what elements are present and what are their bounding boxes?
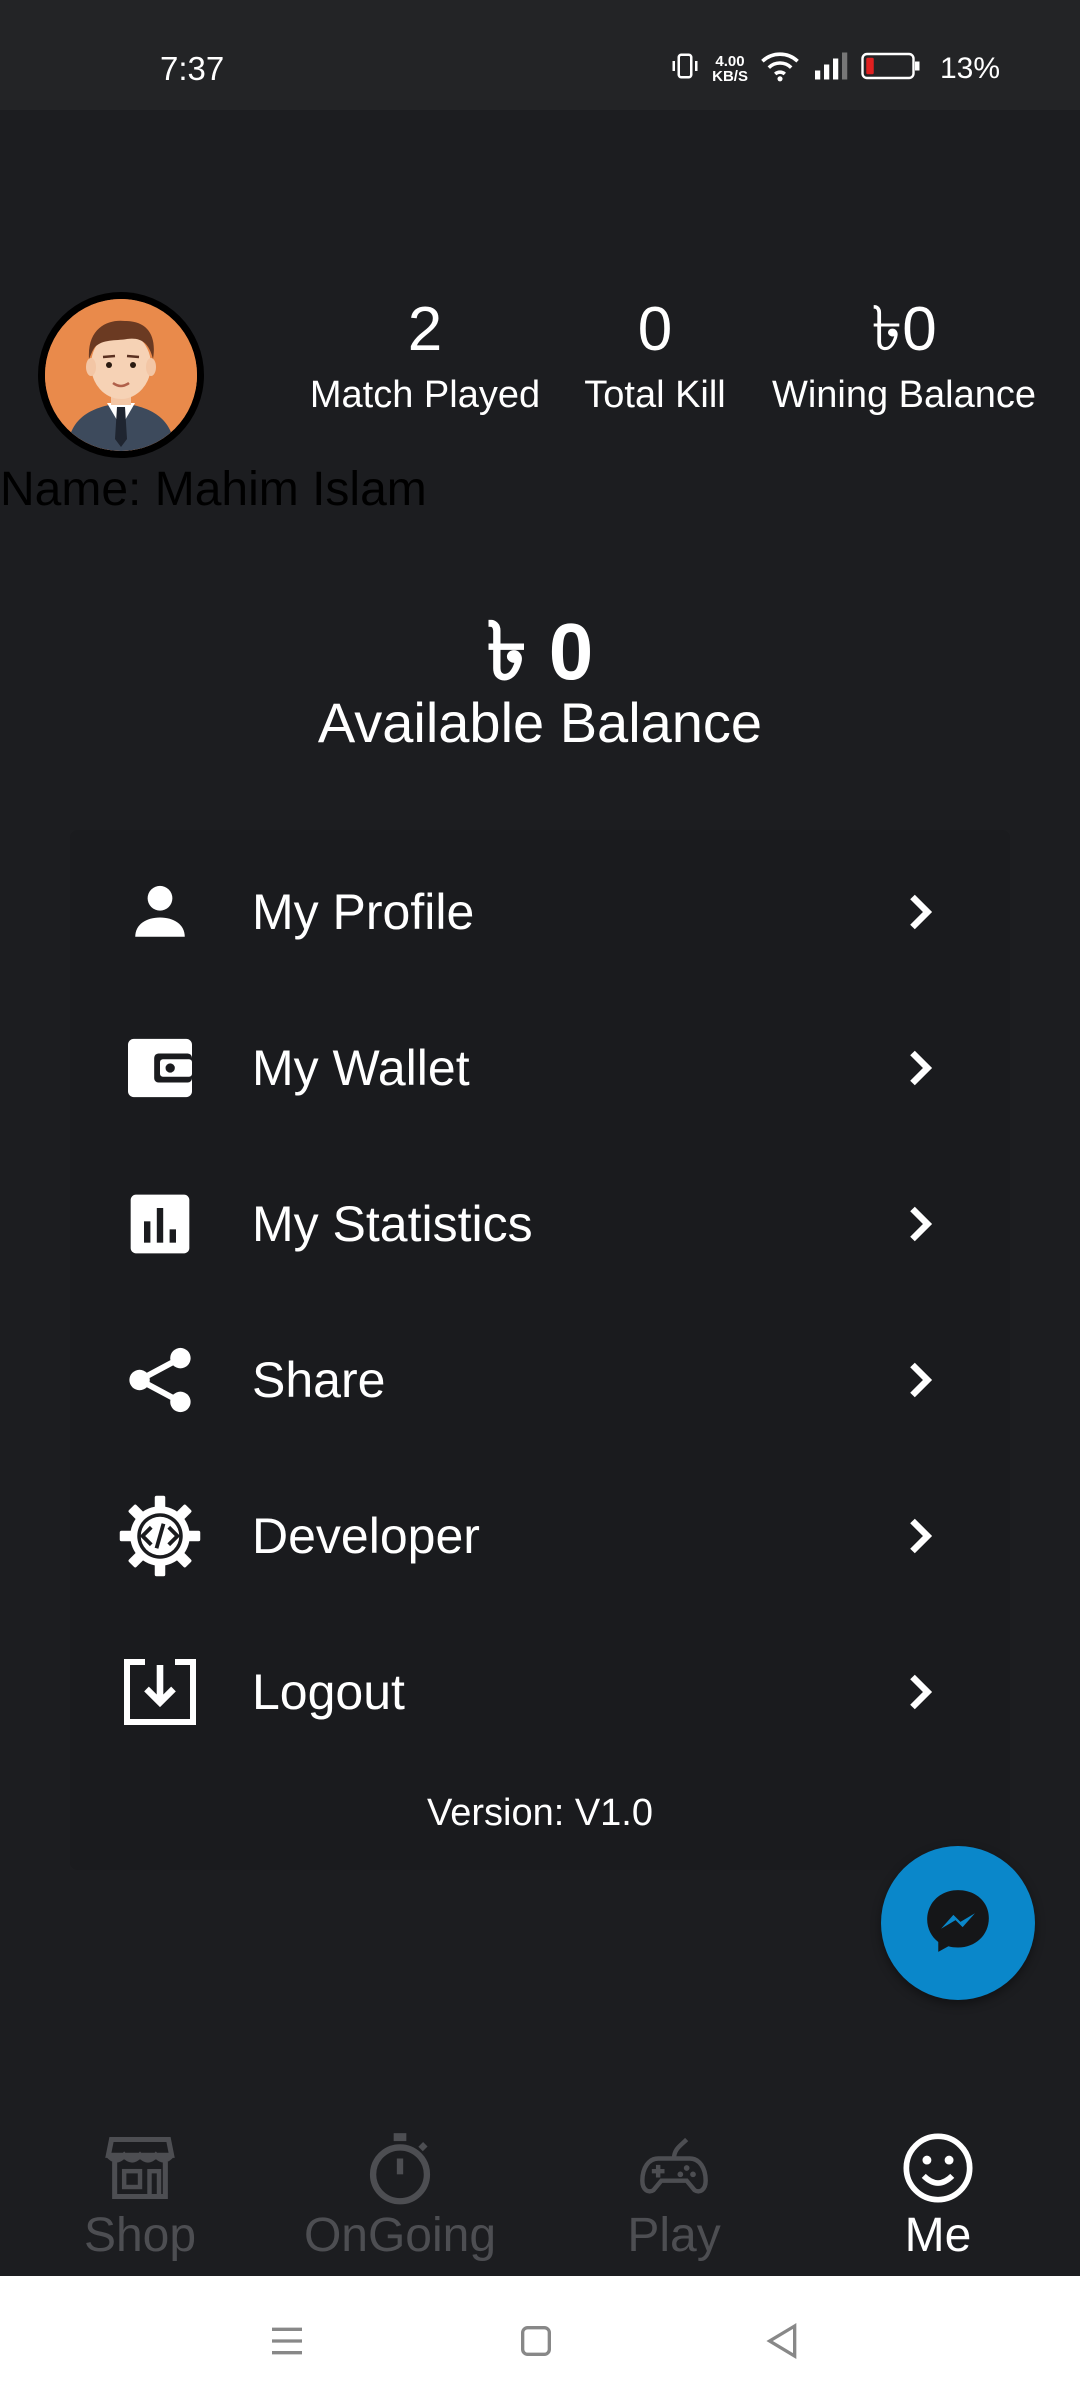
nav-label: Play: [627, 2209, 721, 2262]
messenger-fab-button[interactable]: [881, 1846, 1035, 2000]
nav-item-ongoing[interactable]: OnGoing: [300, 2100, 500, 2276]
menu-item-logout[interactable]: Logout: [70, 1614, 1010, 1770]
stat-label: Match Played: [309, 374, 541, 416]
stopwatch-icon: [362, 2130, 438, 2206]
stat-match-played: 2 Match Played: [300, 290, 550, 420]
smiley-icon: [900, 2130, 976, 2206]
stat-label: Total Kill: [584, 374, 726, 416]
stat-value: ৳0: [871, 295, 937, 364]
net-speed-value: 4.00: [715, 52, 745, 70]
stat-value: 2: [407, 295, 443, 364]
menu-item-my-wallet[interactable]: My Wallet: [70, 990, 1010, 1146]
stat-total-kill: 0 Total Kill: [570, 290, 740, 420]
developer-gear-icon: [118, 1494, 202, 1578]
logout-icon: [118, 1650, 202, 1734]
menu-item-my-profile[interactable]: My Profile: [70, 834, 1010, 990]
menu-item-my-statistics[interactable]: My Statistics: [70, 1146, 1010, 1302]
chevron-right-icon: [900, 1360, 940, 1400]
messenger-icon: [921, 1884, 995, 1963]
menu-item-label: My Statistics: [252, 1196, 533, 1252]
signal-icon: [812, 51, 848, 86]
status-icons: 4.00 KB/S 13%: [670, 50, 1000, 87]
menu-item-label: Developer: [252, 1508, 480, 1564]
user-name: Name: Mahim Islam: [0, 463, 427, 516]
avatar[interactable]: [38, 292, 204, 458]
chevron-right-icon: [900, 1672, 940, 1712]
menu-item-label: My Profile: [252, 884, 475, 940]
menu-item-label: My Wallet: [252, 1040, 470, 1096]
stat-wining-balance: ৳0 Wining Balance: [764, 290, 1044, 420]
menu-item-developer[interactable]: Developer: [70, 1458, 1010, 1614]
status-time: 7:37: [160, 50, 225, 87]
battery-icon: [860, 51, 922, 86]
version-text: Version: V1.0: [426, 1792, 654, 1834]
nav-label: OnGoing: [303, 2209, 497, 2262]
gamepad-icon: [636, 2130, 712, 2206]
recent-apps-icon[interactable]: [262, 2316, 312, 2366]
menu-item-label: Share: [252, 1352, 386, 1408]
status-bar: 7:37 4.00 KB/S 13%: [0, 0, 1080, 110]
available-balance-label: Available Balance: [317, 691, 763, 754]
nav-item-shop[interactable]: Shop: [40, 2100, 240, 2276]
nav-item-me[interactable]: Me: [838, 2100, 1038, 2276]
chevron-right-icon: [900, 1048, 940, 1088]
nav-item-play[interactable]: Play: [574, 2100, 774, 2276]
wifi-icon: [760, 50, 800, 87]
share-icon: [118, 1338, 202, 1422]
menu-item-label: Logout: [252, 1664, 405, 1720]
vibrate-icon: [670, 51, 700, 86]
net-speed: 4.00 KB/S: [712, 54, 748, 84]
bar-chart-icon: [118, 1182, 202, 1266]
avatar-image: [45, 299, 197, 451]
nav-label: Me: [904, 2209, 972, 2262]
chevron-right-icon: [900, 892, 940, 932]
stat-label: Wining Balance: [771, 374, 1037, 416]
shop-icon: [102, 2130, 178, 2206]
home-icon[interactable]: [511, 2316, 561, 2366]
bottom-nav: Shop OnGoing Play Me: [0, 2100, 1080, 2276]
battery-percent: 13%: [939, 51, 1000, 85]
system-nav-bar: [0, 2276, 1080, 2400]
menu-card: My Profile My Wallet My Statistics Share: [70, 830, 1010, 1870]
chevron-right-icon: [900, 1516, 940, 1556]
person-icon: [118, 870, 202, 954]
chevron-right-icon: [900, 1204, 940, 1244]
menu-item-share[interactable]: Share: [70, 1302, 1010, 1458]
wallet-icon: [118, 1026, 202, 1110]
stat-value: 0: [637, 295, 673, 364]
nav-label: Shop: [83, 2209, 197, 2262]
back-icon[interactable]: [758, 2316, 808, 2366]
net-speed-unit: KB/S: [712, 67, 748, 85]
